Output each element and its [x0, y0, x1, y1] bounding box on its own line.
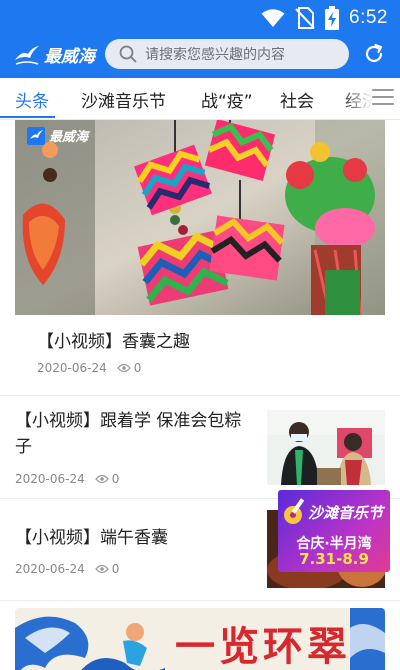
refresh-icon[interactable]: [362, 42, 386, 66]
feed-divider: [0, 600, 400, 601]
logo-text: 最威海: [44, 47, 95, 67]
eye-icon: [116, 363, 131, 373]
status-icons: 6:52: [261, 6, 388, 30]
news-item-title[interactable]: 【小视频】跟着学 保准会包粽子: [15, 408, 250, 460]
wifi-icon: [261, 9, 285, 27]
app-logo[interactable]: 最威海: [14, 42, 95, 67]
image-watermark: 最威海: [27, 126, 88, 145]
tab-society[interactable]: 社会: [280, 87, 314, 112]
tab-fight-epidemic[interactable]: 战“疫”: [201, 87, 253, 112]
featured-meta: 2020-06-24 0: [37, 361, 141, 375]
channel-menu-icon[interactable]: [372, 89, 394, 107]
seagull-logo-icon: [15, 45, 39, 65]
featured-image[interactable]: 最威海: [15, 120, 385, 315]
eye-icon: [94, 564, 109, 574]
news-item-views: 0: [94, 562, 120, 576]
news-item-view-count: 0: [111, 562, 120, 576]
battery-charging-icon: [325, 6, 340, 30]
feed-divider: [0, 395, 400, 396]
status-time: 6:52: [349, 7, 388, 28]
featured-title[interactable]: 【小视频】香囊之趣: [37, 327, 190, 352]
search-placeholder: 请搜索您感兴趣的内容: [145, 47, 285, 63]
search-icon: [119, 45, 137, 63]
ad-dates: 7.31-8.9: [299, 550, 369, 568]
app-header: 最威海 请搜索您感兴趣的内容: [0, 36, 400, 78]
ad-title: 沙滩音乐节: [308, 504, 384, 522]
news-item-date: 2020-06-24: [15, 562, 85, 576]
status-bar: 6:52: [0, 0, 400, 36]
category-tab-bar: 头条 沙滩音乐节 战“疫” 社会 经济: [0, 78, 400, 120]
news-item-views: 0: [94, 472, 120, 486]
news-feed[interactable]: 最威海 【小视频】香囊之趣 2020-06-24 0 【小视频】跟着学 保准会包…: [0, 120, 400, 670]
featured-view-count: 0: [133, 361, 142, 375]
featured-views: 0: [116, 361, 142, 375]
watermark-logo-icon: [27, 126, 45, 145]
news-item-title[interactable]: 【小视频】端午香囊: [15, 525, 250, 551]
no-sim-icon: [295, 7, 315, 29]
tab-beach-music-festival[interactable]: 沙滩音乐节: [81, 87, 166, 112]
featured-date: 2020-06-24: [37, 361, 107, 375]
news-item-view-count: 0: [111, 472, 120, 486]
news-item-meta: 2020-06-24 0: [15, 562, 119, 576]
music-festival-floating-ad[interactable]: 沙滩音乐节 合庆·半月湾 7.31-8.9: [278, 490, 390, 572]
news-item-meta: 2020-06-24 0: [15, 472, 119, 486]
news-item-thumbnail[interactable]: [267, 410, 385, 485]
search-input[interactable]: 请搜索您感兴趣的内容: [105, 39, 349, 69]
active-tab-indicator: [0, 116, 55, 118]
news-item-date: 2020-06-24: [15, 472, 85, 486]
banner-text: 一览环翠: [175, 623, 351, 670]
bottom-banner-image[interactable]: 一览环翠: [15, 608, 385, 670]
eye-icon: [94, 474, 109, 484]
watermark-text: 最威海: [49, 130, 89, 145]
tab-headlines[interactable]: 头条: [15, 87, 49, 112]
